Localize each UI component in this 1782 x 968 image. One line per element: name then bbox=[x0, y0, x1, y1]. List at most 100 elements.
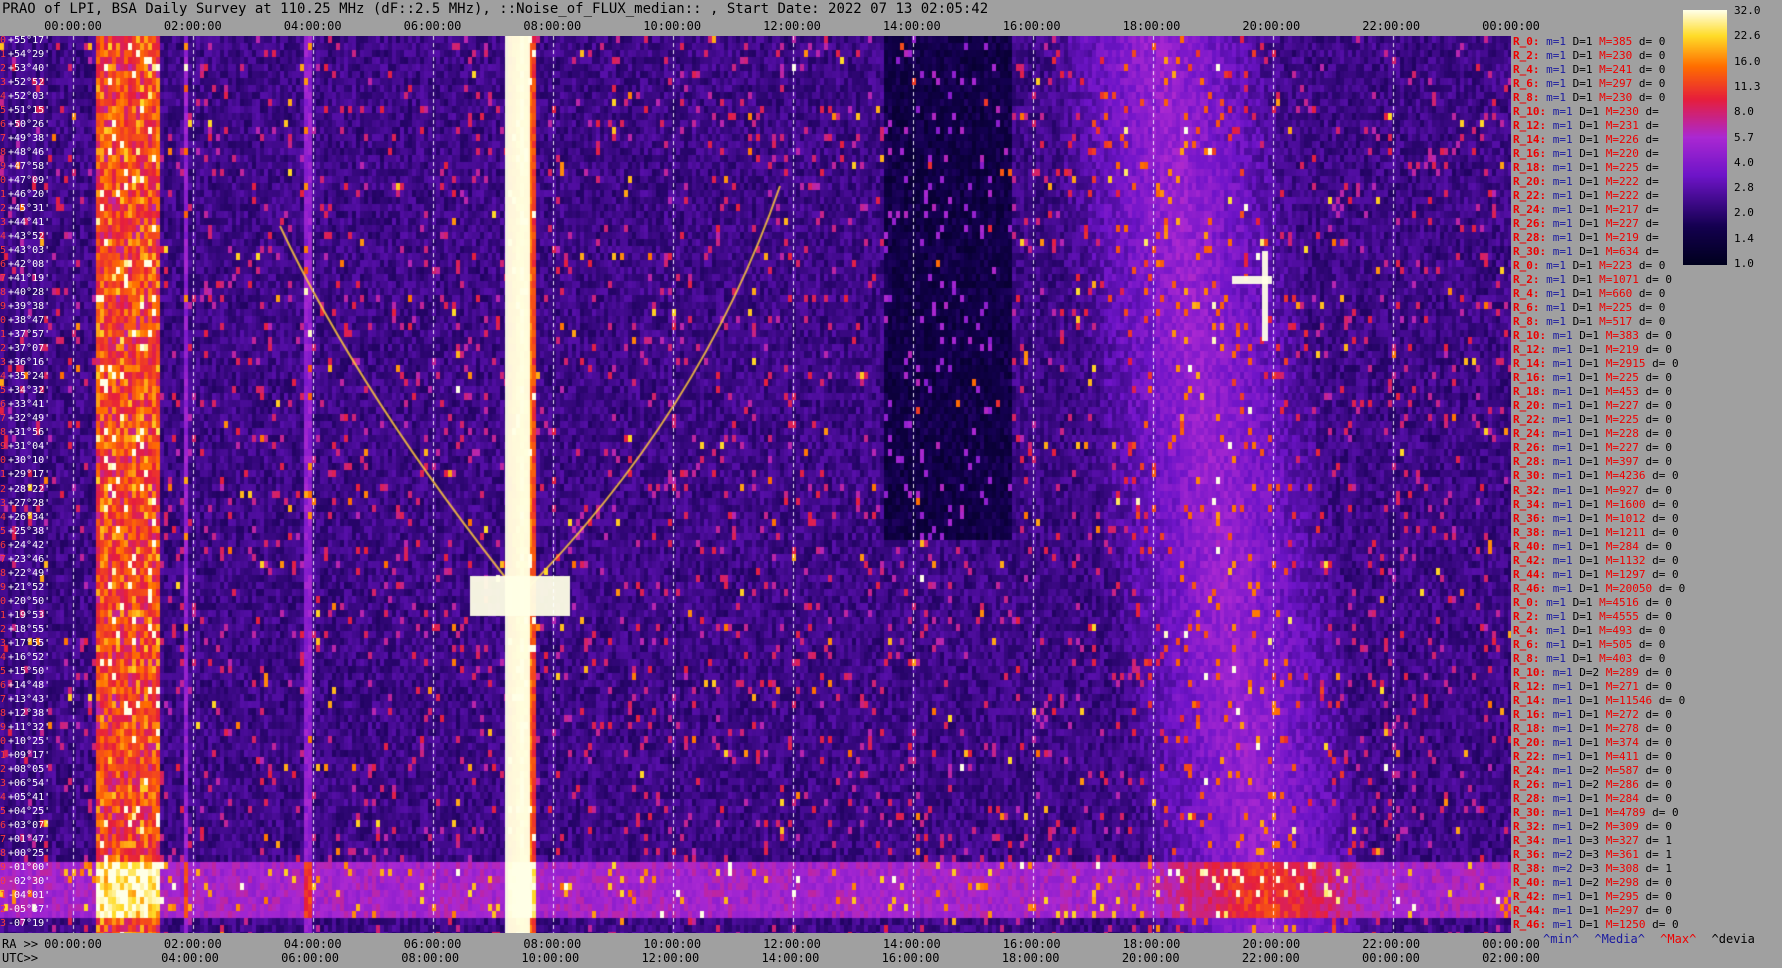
declination-label: 2 +53°40' bbox=[0, 63, 51, 75]
side-stat-row: R_26: m=1 D=1 M=227 d= bbox=[1513, 217, 1659, 231]
declination-label: 6 +14°48' bbox=[0, 679, 51, 691]
side-stat-row: R_28: m=1 D=1 M=284 d= 0 bbox=[1513, 791, 1672, 805]
declination-axis: 0 +55°17' 1 +54°29' 2 +53°40' 3 +52°52' 4 +52°03'… bbox=[0, 36, 80, 933]
utc-tick: 10:00:00 bbox=[521, 951, 580, 965]
declination-label: 0 +47°09' bbox=[0, 175, 51, 187]
declination-label: 4 +35°24' bbox=[0, 371, 51, 383]
declination-label: 4 +16°52' bbox=[0, 651, 51, 663]
colorbar-tick: 5.7 bbox=[1734, 130, 1754, 144]
colorbar-tick: 16.0 bbox=[1734, 54, 1761, 68]
colorbar-tick: 11.3 bbox=[1734, 79, 1761, 93]
side-stat-row: R_10: m=1 D=1 M=383 d= 0 bbox=[1513, 329, 1672, 343]
declination-label: 8 +00°25' bbox=[0, 847, 51, 859]
side-stat-row: R_26: m=1 D=2 M=286 d= 0 bbox=[1513, 777, 1672, 791]
colorbar-tick: 22.6 bbox=[1734, 29, 1761, 43]
side-stat-row: R_0: m=1 D=1 M=223 d= 0 bbox=[1513, 259, 1666, 273]
colorbar bbox=[1683, 10, 1727, 265]
declination-label: 9 +11°32' bbox=[0, 721, 51, 733]
side-stat-row: R_6: m=1 D=1 M=225 d= 0 bbox=[1513, 301, 1666, 315]
side-stat-row: R_28: m=1 D=1 M=219 d= bbox=[1513, 231, 1659, 245]
declination-label: 7 +01°47' bbox=[0, 833, 51, 845]
declination-label: 0 +10°25' bbox=[0, 735, 51, 747]
heatmap-canvas bbox=[0, 36, 1511, 933]
top-axis-tick: 12:00:00 bbox=[763, 19, 821, 33]
colorbar-tick: 2.0 bbox=[1734, 206, 1754, 220]
side-stat-row: R_18: m=1 D=1 M=278 d= 0 bbox=[1513, 721, 1672, 735]
ra-tick: 16:00:00 bbox=[1002, 937, 1061, 951]
side-stat-row: R_8: m=1 D=1 M=517 d= 0 bbox=[1513, 315, 1666, 329]
utc-tick: 08:00:00 bbox=[401, 951, 460, 965]
side-stat-row: R_42: m=1 D=1 M=295 d= 0 bbox=[1513, 889, 1672, 903]
declination-label: 5 +43°03' bbox=[0, 245, 51, 257]
side-stat-row: R_34: m=1 D=1 M=1600 d= 0 bbox=[1513, 497, 1679, 511]
side-stat-row: R_18: m=1 D=1 M=453 d= 0 bbox=[1513, 385, 1672, 399]
declination-label: 8 +12°38' bbox=[0, 707, 51, 719]
side-stat-row: R_40: m=1 D=1 M=284 d= 0 bbox=[1513, 539, 1672, 553]
side-stat-row: R_2: m=1 D=1 M=4555 d= 0 bbox=[1513, 609, 1672, 623]
declination-label: 9 +31°04' bbox=[0, 441, 51, 453]
side-stat-row: R_44: m=1 D=1 M=1297 d= 0 bbox=[1513, 567, 1679, 581]
utc-tick: 20:00:00 bbox=[1121, 951, 1180, 965]
side-stat-row: R_6: m=1 D=1 M=505 d= 0 bbox=[1513, 637, 1666, 651]
side-stat-row: R_20: m=1 D=1 M=222 d= bbox=[1513, 175, 1659, 189]
side-stat-row: R_26: m=1 D=1 M=227 d= 0 bbox=[1513, 441, 1672, 455]
utc-tick: 12:00:00 bbox=[641, 951, 700, 965]
side-stat-row: R_2: m=1 D=1 M=230 d= 0 bbox=[1513, 49, 1666, 63]
side-stat-row: R_12: m=1 D=1 M=231 d= bbox=[1513, 119, 1659, 133]
top-axis-tick: 04:00:00 bbox=[283, 19, 342, 33]
side-stat-row: R_20: m=1 D=1 M=227 d= 0 bbox=[1513, 399, 1672, 413]
ra-tick: 02:00:00 bbox=[163, 937, 222, 951]
side-stat-row: R_22: m=1 D=1 M=222 d= bbox=[1513, 189, 1659, 203]
top-axis-tick: 20:00:00 bbox=[1242, 19, 1301, 33]
side-stat-row: R_12: m=1 D=1 M=219 d= 0 bbox=[1513, 343, 1672, 357]
side-stat-row: R_2: m=1 D=1 M=1071 d= 0 bbox=[1513, 273, 1672, 287]
declination-label: 6 +50°26' bbox=[0, 119, 51, 131]
declination-label: 5 +04°25' bbox=[0, 805, 51, 817]
declination-label: 3 +36°16' bbox=[0, 357, 51, 369]
side-stat-row: R_4: m=1 D=1 M=660 d= 0 bbox=[1513, 287, 1666, 301]
declination-label: 8 +22°49' bbox=[0, 567, 51, 579]
declination-label: 0 +30°10' bbox=[0, 455, 51, 467]
ra-tick: 08:00:00 bbox=[523, 937, 582, 951]
declination-label: 9 +21°52' bbox=[0, 581, 51, 593]
declination-label: 2 +18°55' bbox=[0, 623, 51, 635]
side-stat-row: R_24: m=1 D=1 M=228 d= 0 bbox=[1513, 427, 1672, 441]
ra-tick: 20:00:00 bbox=[1242, 937, 1301, 951]
ra-tick: 14:00:00 bbox=[882, 937, 941, 951]
declination-label: 9 +39°38' bbox=[0, 301, 51, 313]
declination-label: 9 -01°00' bbox=[0, 861, 51, 873]
side-stat-row: R_42: m=1 D=1 M=1132 d= 0 bbox=[1513, 553, 1679, 567]
declination-label: 8 +31°56' bbox=[0, 427, 51, 439]
heatmap-plot bbox=[0, 36, 1511, 933]
side-stat-row: R_0: m=1 D=1 M=385 d= 0 bbox=[1513, 35, 1666, 48]
colorbar-tick: 1.0 bbox=[1734, 257, 1754, 270]
declination-label: 0 +38°47' bbox=[0, 315, 51, 327]
declination-label: 7 +32°49' bbox=[0, 413, 51, 425]
declination-label: 4 +43°52' bbox=[0, 231, 51, 243]
declination-label: 1 +29°17' bbox=[0, 469, 51, 481]
side-stat-row: R_30: m=1 D=1 M=4236 d= 0 bbox=[1513, 469, 1679, 483]
declination-label: 0 -02°30' bbox=[0, 875, 51, 887]
top-axis-tick: 10:00:00 bbox=[643, 19, 702, 33]
colorbar-tick: 1.4 bbox=[1734, 231, 1754, 245]
utc-tick: 18:00:00 bbox=[1001, 951, 1060, 965]
side-stat-row: R_38: m=2 D=3 M=308 d= 1 bbox=[1513, 861, 1672, 875]
ra-tick: 04:00:00 bbox=[283, 937, 342, 951]
declination-label: 5 +51°15' bbox=[0, 105, 51, 117]
declination-label: 2 +08°05' bbox=[0, 763, 51, 775]
declination-label: 2 +37°07' bbox=[0, 343, 51, 355]
side-stat-row: R_36: m=2 D=3 M=361 d= 1 bbox=[1513, 847, 1672, 861]
side-stat-row: R_14: m=1 D=1 M=2915 d= 0 bbox=[1513, 357, 1679, 371]
declination-label: 5 +34°32' bbox=[0, 385, 51, 397]
ra-tick: 12:00:00 bbox=[763, 937, 821, 951]
top-axis-tick: 00:00:00 bbox=[44, 19, 102, 33]
side-stat-row: R_24: m=1 D=1 M=217 d= bbox=[1513, 203, 1659, 217]
declination-label: 9 +47°58' bbox=[0, 161, 51, 173]
utc-tick: 00:00:00 bbox=[1362, 951, 1420, 965]
top-axis-tick: 02:00:00 bbox=[163, 19, 222, 33]
side-stat-row: R_16: m=1 D=1 M=225 d= 0 bbox=[1513, 371, 1672, 385]
declination-label: 1 +37°57' bbox=[0, 329, 51, 341]
declination-label: 4 +05°41' bbox=[0, 791, 51, 803]
side-stat-row: R_24: m=1 D=2 M=587 d= 0 bbox=[1513, 763, 1672, 777]
top-axis-tick: 22:00:00 bbox=[1362, 19, 1421, 33]
